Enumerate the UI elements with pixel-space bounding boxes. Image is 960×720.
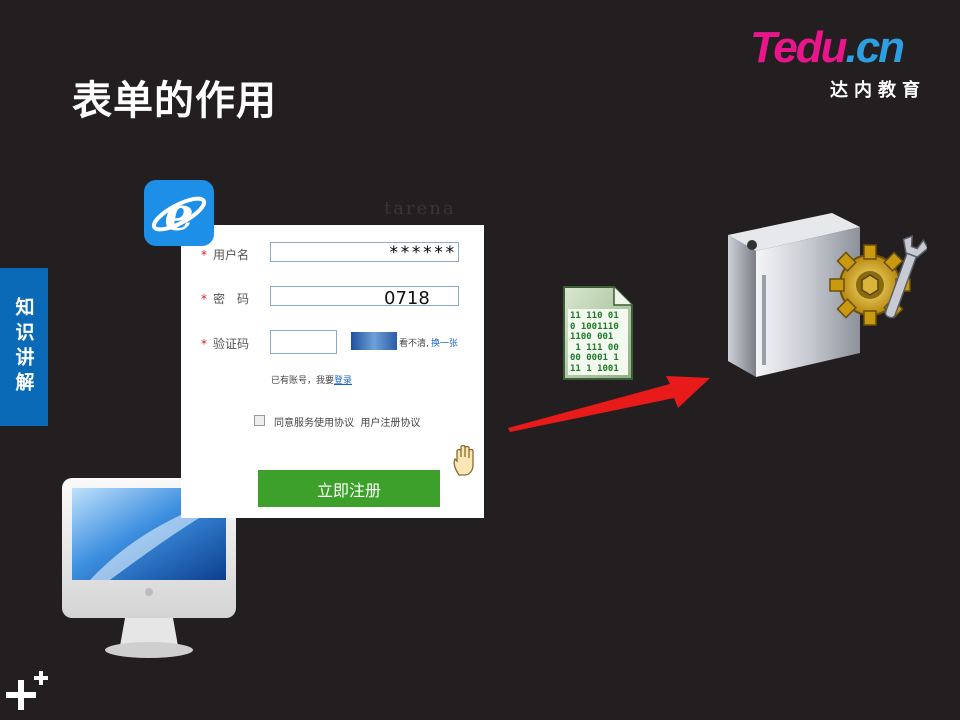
tedu-logo: Tedu.cn 达内教育 (746, 24, 936, 102)
svg-text:e: e (164, 187, 193, 241)
password-input[interactable] (270, 286, 459, 306)
hand-cursor-icon (453, 444, 474, 476)
required-mark: * (201, 292, 207, 306)
section-tab: 知识讲解 (0, 268, 48, 426)
plus-logo-icon (6, 671, 48, 710)
required-mark: * (201, 248, 207, 262)
captcha-label: * 验证码 (201, 337, 250, 351)
required-mark: * (201, 337, 207, 351)
registration-form: * 用户名 ****** * 密 码 0718 * 验证码 看不清, 换一张 已有账号… (181, 225, 484, 518)
username-label: * 用户名 (201, 248, 250, 262)
captcha-image[interactable] (351, 332, 397, 350)
ie-browser-icon: e (144, 180, 214, 246)
captcha-refresh-link[interactable]: 换一张 (431, 336, 458, 349)
logo-brand-main: Tedu (750, 23, 847, 72)
watermark-text: tarena (384, 198, 456, 219)
captcha-input[interactable] (270, 330, 337, 354)
server-gear-icon (728, 213, 927, 377)
logo-brand-domain: .cn (845, 23, 905, 72)
binary-data-text: 11 110 01 0 1001110 1100 001 1 111 00 00… (570, 311, 619, 374)
agree-checkbox[interactable] (254, 415, 265, 426)
slide-title: 表单的作用 (72, 78, 277, 124)
logo-brand-sub: 达内教育 (830, 80, 926, 101)
captcha-unclear-text: 看不清, (399, 339, 429, 349)
username-value: ****** (388, 243, 456, 263)
login-link[interactable]: 登录 (334, 376, 352, 386)
have-account-text: 已有账号，我要登录 (271, 376, 353, 386)
username-input[interactable]: ****** (270, 242, 459, 263)
password-value: 0718 (384, 288, 430, 309)
password-label: * 密 码 (201, 292, 250, 306)
binary-data-file-icon: 11 110 01 0 1001110 1100 001 1 111 00 00… (562, 285, 634, 385)
agreement-link[interactable]: 用户注册协议 (360, 418, 420, 429)
register-button[interactable]: 立即注册 (258, 470, 440, 507)
agree-text: 同意服务使用协议 用户注册协议 (274, 418, 421, 429)
section-tab-label: 知识讲解 (12, 297, 35, 397)
